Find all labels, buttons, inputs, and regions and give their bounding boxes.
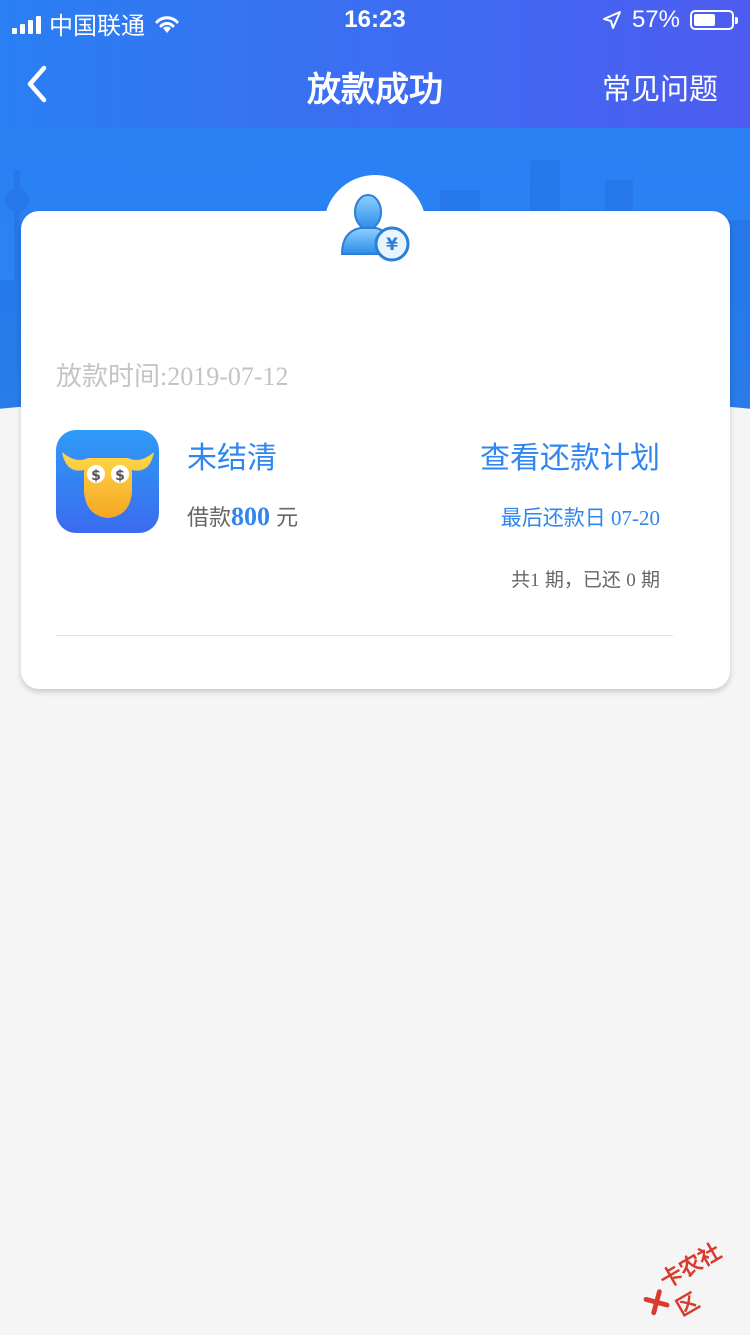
view-repayment-plan-link[interactable]: 查看还款计划 bbox=[480, 433, 660, 477]
battery-percent: 57% bbox=[631, 6, 680, 33]
status-right: 57% bbox=[602, 6, 738, 34]
loan-time: 放款时间:2019-07-12 bbox=[56, 362, 289, 391]
battery-fill bbox=[694, 14, 715, 26]
faq-link[interactable]: 常见问题 bbox=[602, 66, 718, 108]
last-day-label: 最后还款日 bbox=[500, 507, 606, 530]
svg-text:¥: ¥ bbox=[386, 235, 398, 255]
last-repayment-day: 最后还款日 07-20 bbox=[501, 502, 660, 532]
battery-icon bbox=[690, 10, 738, 30]
user-yuan-icon: ¥ bbox=[340, 194, 410, 262]
loan-amount: 借款800 元 bbox=[187, 500, 298, 532]
periods-text-c: 期 bbox=[635, 570, 660, 591]
periods-total: 1 bbox=[530, 570, 540, 591]
loan-amount-value: 800 bbox=[231, 502, 271, 531]
status-bar: 中国联通 16:23 57% bbox=[0, 0, 750, 40]
periods-text-a: 共 bbox=[511, 570, 531, 591]
last-day-date: 07-20 bbox=[605, 506, 660, 530]
card-divider bbox=[56, 635, 673, 636]
periods-text-b: 期，已还 bbox=[539, 570, 627, 591]
svg-text:$: $ bbox=[91, 468, 101, 484]
repayment-periods: 共1 期，已还 0 期 bbox=[511, 565, 660, 592]
loan-amount-prefix: 借款 bbox=[187, 505, 232, 530]
location-arrow-icon bbox=[602, 11, 621, 29]
bull-logo-icon: $ $ bbox=[62, 452, 154, 518]
periods-paid: 0 bbox=[626, 570, 636, 591]
loan-amount-unit: 元 bbox=[270, 505, 299, 530]
app-logo: $ $ bbox=[56, 430, 159, 533]
loan-status: 未结清 bbox=[187, 442, 277, 475]
svg-text:$: $ bbox=[115, 468, 125, 484]
navigation-bar: 放款成功 常见问题 bbox=[0, 40, 750, 128]
watermark: 卡农社区 bbox=[632, 1227, 750, 1334]
